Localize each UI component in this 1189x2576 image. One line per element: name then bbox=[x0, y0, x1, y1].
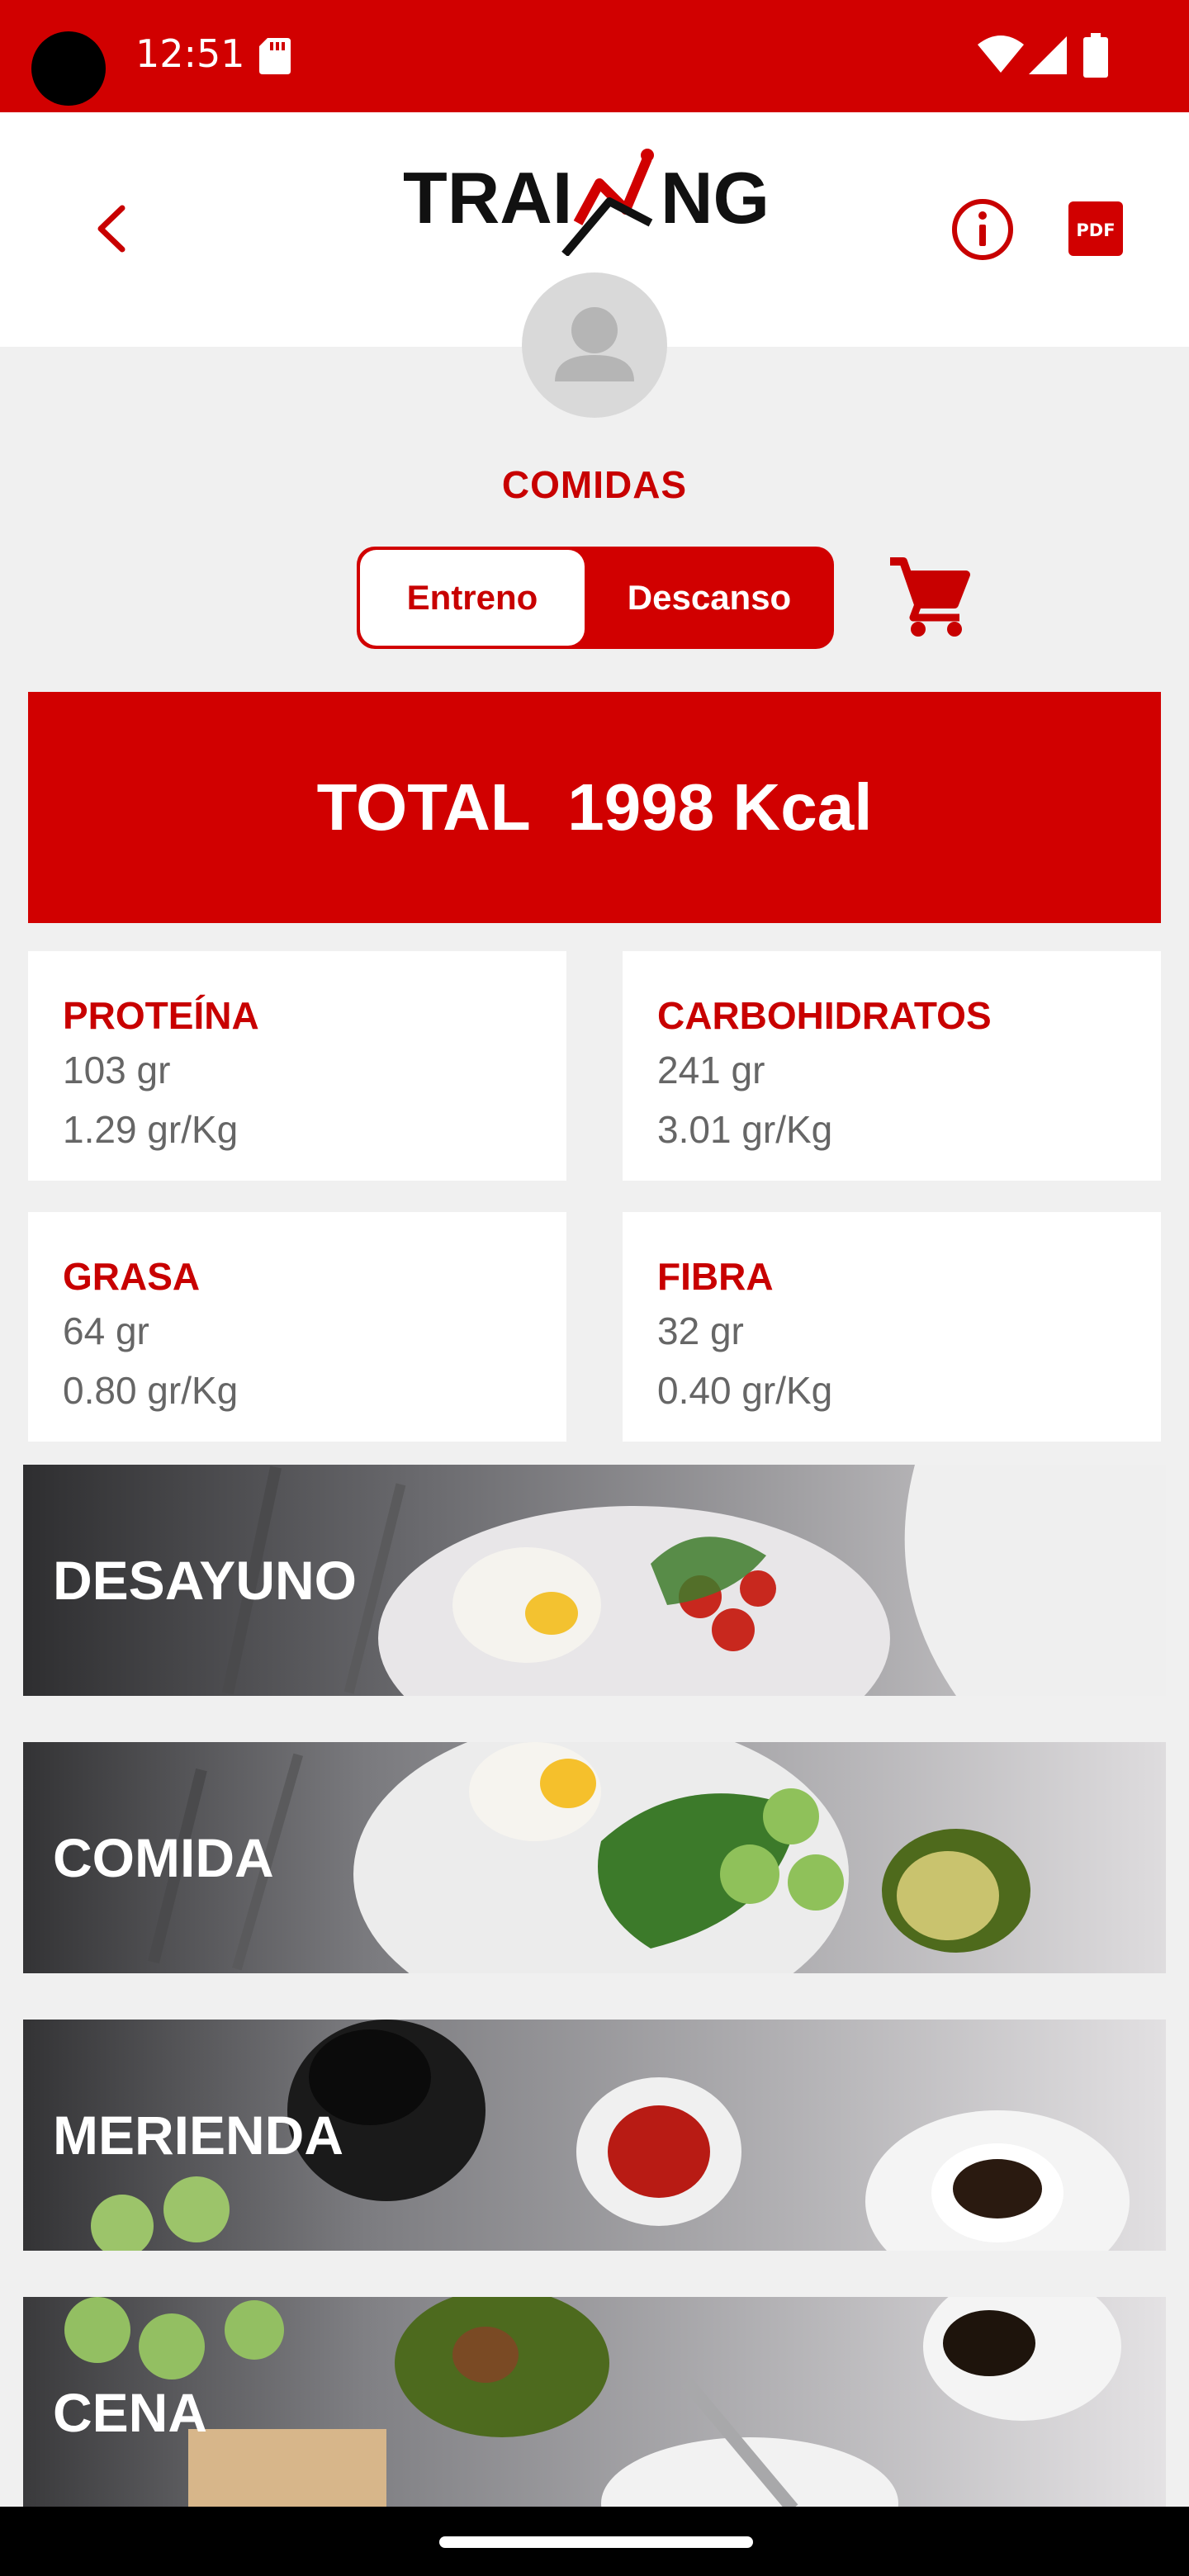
meal-label: MERIENDA bbox=[53, 2105, 344, 2166]
tab-entreno[interactable]: Entreno bbox=[360, 550, 585, 646]
macro-grams: 241 gr bbox=[657, 1049, 765, 1091]
macro-card-fibra: FIBRA 32 gr 0.40 gr/Kg bbox=[623, 1212, 1161, 1442]
camera-cutout bbox=[31, 31, 106, 106]
day-type-toggle: Entreno Descanso bbox=[357, 547, 834, 649]
macro-card-grasa: GRASA 64 gr 0.80 gr/Kg bbox=[28, 1212, 566, 1442]
pdf-icon[interactable]: PDF bbox=[1068, 201, 1123, 256]
macro-per-kg: 0.80 gr/Kg bbox=[63, 1369, 239, 1412]
macro-per-kg: 3.01 gr/Kg bbox=[657, 1108, 833, 1151]
macro-card-proteina: PROTEÍNA 103 gr 1.29 gr/Kg bbox=[28, 951, 566, 1181]
macro-grams: 103 gr bbox=[63, 1049, 171, 1091]
macro-grams: 32 gr bbox=[657, 1309, 744, 1352]
macro-title: PROTEÍNA bbox=[63, 994, 259, 1037]
home-gesture-handle[interactable] bbox=[439, 2536, 753, 2548]
macro-grams: 64 gr bbox=[63, 1309, 149, 1352]
status-time: 12:51 bbox=[135, 31, 245, 76]
wifi-icon bbox=[978, 36, 1024, 73]
info-icon[interactable] bbox=[950, 197, 1016, 263]
svg-text:TRAI: TRAI bbox=[403, 157, 572, 239]
macro-per-kg: 0.40 gr/Kg bbox=[657, 1369, 833, 1412]
signal-icon bbox=[1029, 36, 1067, 74]
training-logo: TRAI NG bbox=[403, 149, 770, 256]
macro-title: GRASA bbox=[63, 1255, 201, 1298]
avatar-icon bbox=[555, 307, 634, 381]
app-screen: 12:51 TRAI NG PDF COMIDAS Entreno Descan… bbox=[0, 0, 1189, 2576]
status-bar: 12:51 bbox=[0, 0, 1189, 112]
meal-cena[interactable]: CENA bbox=[23, 2297, 1166, 2507]
svg-text:NG: NG bbox=[661, 157, 770, 239]
page-title: COMIDAS bbox=[501, 463, 688, 506]
meal-merienda[interactable]: MERIENDA bbox=[23, 2020, 1166, 2251]
meal-label: COMIDA bbox=[53, 1827, 274, 1888]
battery-icon bbox=[1083, 33, 1108, 78]
macro-title: FIBRA bbox=[657, 1255, 774, 1298]
total-kcal-banner: TOTAL 1998 Kcal bbox=[28, 692, 1161, 923]
tab-descanso[interactable]: Descanso bbox=[590, 547, 829, 649]
back-icon[interactable] bbox=[89, 201, 139, 256]
meal-label: DESAYUNO bbox=[53, 1550, 357, 1611]
total-value: 1998 Kcal bbox=[567, 770, 873, 844]
meal-label: CENA bbox=[53, 2382, 208, 2443]
avatar[interactable] bbox=[522, 272, 667, 418]
svg-text:PDF: PDF bbox=[1076, 220, 1115, 240]
macro-title: CARBOHIDRATOS bbox=[657, 994, 992, 1037]
total-label: TOTAL bbox=[316, 770, 531, 844]
sd-card-icon bbox=[259, 38, 291, 74]
macro-per-kg: 1.29 gr/Kg bbox=[63, 1108, 239, 1151]
meal-desayuno[interactable]: DESAYUNO bbox=[23, 1465, 1166, 1696]
cart-icon[interactable] bbox=[885, 553, 971, 639]
meal-comida[interactable]: COMIDA bbox=[23, 1742, 1166, 1973]
macro-card-carbohidratos: CARBOHIDRATOS 241 gr 3.01 gr/Kg bbox=[623, 951, 1161, 1181]
